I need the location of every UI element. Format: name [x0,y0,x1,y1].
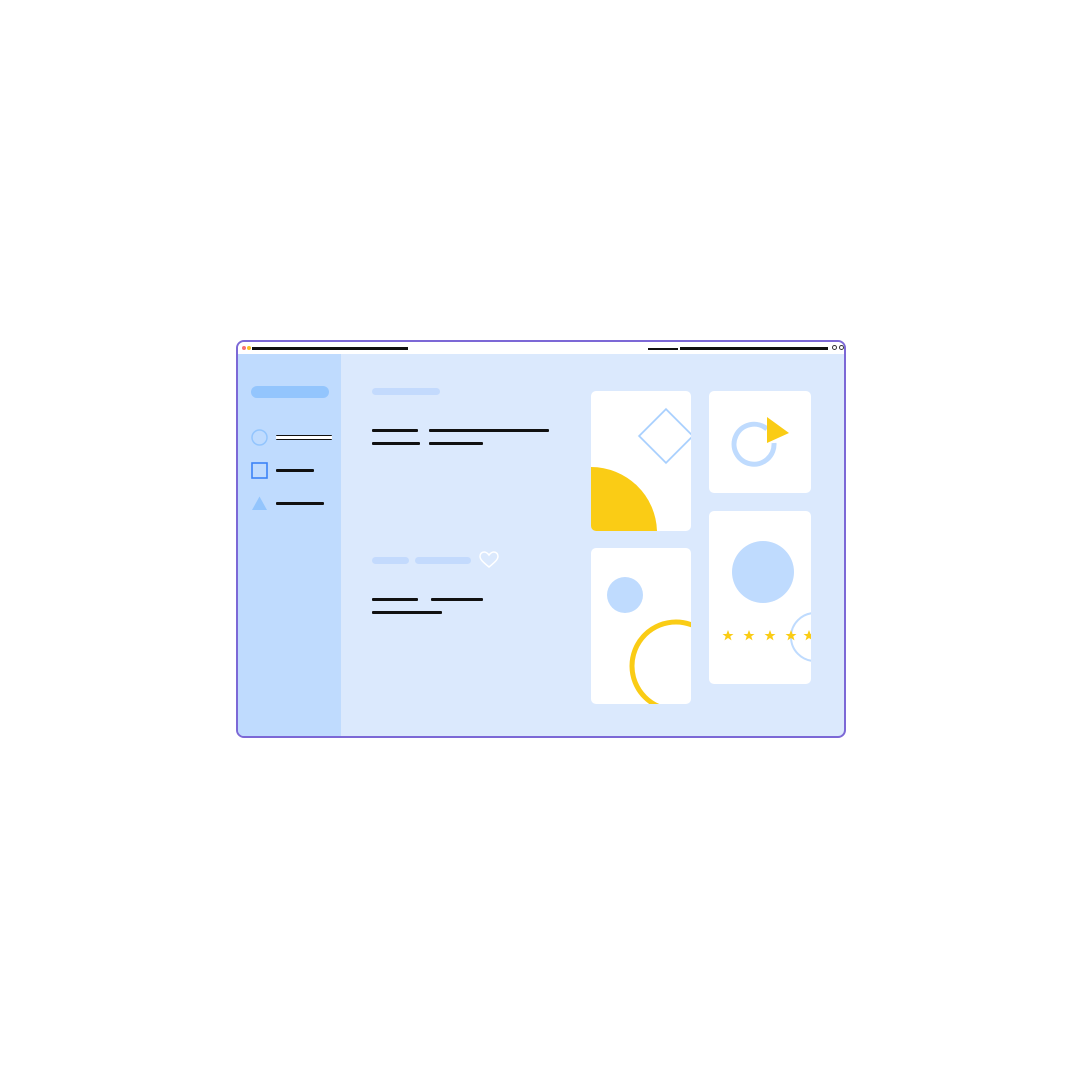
close-dot-icon[interactable] [242,346,246,350]
tag-placeholder[interactable] [372,557,409,564]
heart-icon[interactable] [479,551,499,569]
text-line [372,598,418,601]
sidebar-logo[interactable] [251,386,329,398]
star-icon [803,630,811,641]
toolbar-strip[interactable] [680,347,828,350]
gallery-card[interactable] [709,511,811,684]
extension-icon[interactable] [832,345,837,350]
circle-rating-illustration [722,541,811,662]
star-icon [743,630,755,641]
circle-arc-illustration [607,577,691,704]
minimize-dot-icon[interactable] [247,346,251,350]
sidebar-item-square[interactable] [251,461,336,479]
sidebar-item-label [276,434,332,440]
sidebar [238,354,341,736]
tag-placeholder[interactable] [415,557,471,564]
sidebar-item-triangle[interactable] [251,494,336,512]
triangle-icon [252,496,267,510]
text-line [372,611,442,614]
text-line [372,429,418,432]
address-bar[interactable] [252,347,408,350]
browser-titlebar [238,342,844,354]
rating-stars [722,630,811,641]
text-line [429,429,549,432]
gallery-card[interactable] [591,391,691,531]
gallery-card[interactable] [709,391,811,493]
text-line [429,442,483,445]
menu-icon[interactable] [839,345,844,350]
text-line [431,598,483,601]
star-icon [764,630,776,641]
main-content [341,354,844,736]
square-icon [251,461,268,479]
sidebar-item-label [276,468,314,472]
rotate-arrow-icon [731,417,789,467]
gallery-card[interactable] [591,548,691,704]
diamond-quarter-circle-illustration [591,407,691,531]
circle-icon [251,428,268,446]
star-icon [722,630,734,641]
text-line [372,442,420,445]
sidebar-item-label [276,501,324,505]
app-window [236,340,846,738]
sidebar-item-circle[interactable] [251,428,336,446]
tab-strip[interactable] [648,348,678,350]
section-heading-placeholder [372,388,440,395]
